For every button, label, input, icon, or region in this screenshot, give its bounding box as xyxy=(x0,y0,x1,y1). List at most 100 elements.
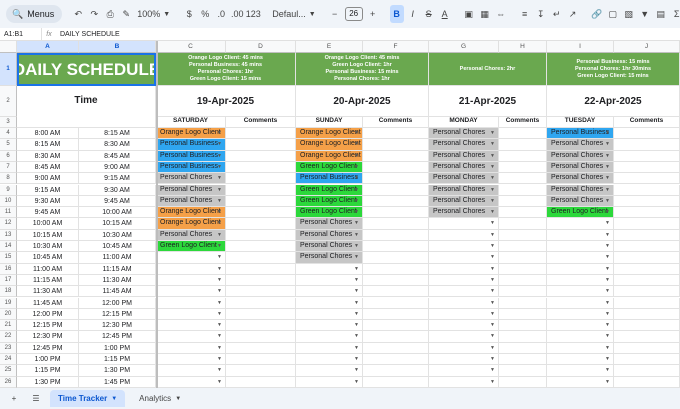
paint-format-icon[interactable]: ✎ xyxy=(119,5,133,23)
sheet-title[interactable]: DAILY SCHEDULE xyxy=(17,53,156,86)
time-start[interactable]: 12:00 PM xyxy=(17,308,79,321)
time-start[interactable]: 10:15 AM xyxy=(17,229,79,241)
activity-dropdown[interactable]: ▼ xyxy=(547,331,614,343)
comment-cell[interactable] xyxy=(499,320,547,332)
time-start[interactable]: 8:45 AM xyxy=(17,161,79,174)
row-header[interactable]: 4 xyxy=(0,128,17,140)
time-start[interactable]: 11:45 AM xyxy=(17,297,79,309)
activity-dropdown[interactable]: Personal Chores ▼ xyxy=(547,161,614,174)
activity-dropdown[interactable]: Personal Chores ▼ xyxy=(296,218,363,230)
row-header[interactable]: 25 xyxy=(0,365,17,377)
dropdown-arrow-icon[interactable]: ▼ xyxy=(354,365,359,375)
name-box[interactable]: A1:B1 xyxy=(0,28,42,40)
activity-dropdown[interactable]: ▼ xyxy=(156,263,226,275)
fill-color-icon[interactable]: ▣ xyxy=(462,5,476,23)
dropdown-arrow-icon[interactable]: ▼ xyxy=(605,309,610,319)
time-start[interactable]: 12:45 PM xyxy=(17,342,79,354)
time-start[interactable]: 9:30 AM xyxy=(17,195,79,208)
comment-cell[interactable] xyxy=(499,128,547,140)
row-header[interactable]: 21 xyxy=(0,320,17,332)
time-start[interactable]: 1:00 PM xyxy=(17,354,79,366)
italic-button[interactable]: I xyxy=(406,5,420,23)
dropdown-arrow-icon[interactable]: ▼ xyxy=(354,309,359,319)
comment-cell[interactable] xyxy=(499,150,547,162)
activity-dropdown[interactable]: Personal Chores ▼ xyxy=(429,207,499,219)
time-start[interactable]: 11:00 AM xyxy=(17,263,79,275)
add-sheet-icon[interactable]: + xyxy=(6,394,22,403)
activity-dropdown[interactable]: Personal Chores ▼ xyxy=(547,184,614,196)
dropdown-arrow-icon[interactable]: ▼ xyxy=(217,286,222,296)
activity-dropdown[interactable]: Green Logo Client ▼ xyxy=(296,184,363,196)
activity-dropdown[interactable]: Personal Chores ▼ xyxy=(547,195,614,208)
comment-cell[interactable] xyxy=(499,263,547,275)
dropdown-arrow-icon[interactable]: ▼ xyxy=(354,151,359,161)
comments-header[interactable]: Comments xyxy=(363,117,429,128)
comment-cell[interactable] xyxy=(614,376,680,388)
comment-cell[interactable] xyxy=(499,342,547,354)
time-end[interactable]: 11:45 AM xyxy=(79,286,156,298)
time-start[interactable]: 10:00 AM xyxy=(17,218,79,230)
row-header[interactable]: 1 xyxy=(0,53,17,86)
filter-icon[interactable]: ▼ xyxy=(638,5,652,23)
column-header-e[interactable]: E xyxy=(296,41,363,53)
activity-dropdown[interactable]: ▼ xyxy=(547,308,614,321)
dropdown-arrow-icon[interactable]: ▼ xyxy=(490,264,495,274)
spreadsheet-grid[interactable]: A B C D E F G H I J 1 2 3 4 5 6 7 8 9 10 11 12 13 14 15 16 17 18 19 2… xyxy=(0,41,680,388)
dropdown-arrow-icon[interactable]: ▼ xyxy=(490,151,495,161)
activity-dropdown[interactable]: ▼ xyxy=(429,241,499,253)
dropdown-arrow-icon[interactable]: ▼ xyxy=(354,252,359,262)
activity-dropdown[interactable]: Personal Chores ▼ xyxy=(156,173,226,185)
dropdown-arrow-icon[interactable]: ▼ xyxy=(217,230,222,240)
time-start[interactable]: 8:15 AM xyxy=(17,139,79,151)
dropdown-arrow-icon[interactable]: ▼ xyxy=(354,331,359,341)
comment-cell[interactable] xyxy=(614,297,680,309)
comment-cell[interactable] xyxy=(226,365,296,377)
increase-font-size-button[interactable]: + xyxy=(366,5,380,23)
time-end[interactable]: 8:30 AM xyxy=(79,139,156,151)
row-header[interactable]: 7 xyxy=(0,161,17,174)
comment-cell[interactable] xyxy=(226,320,296,332)
comment-cell[interactable] xyxy=(363,252,429,264)
comment-cell[interactable] xyxy=(226,297,296,309)
dropdown-arrow-icon[interactable]: ▼ xyxy=(354,286,359,296)
activity-dropdown[interactable]: ▼ xyxy=(547,252,614,264)
comment-cell[interactable] xyxy=(614,252,680,264)
comment-cell[interactable] xyxy=(363,241,429,253)
dropdown-arrow-icon[interactable]: ▼ xyxy=(490,343,495,353)
comment-cell[interactable] xyxy=(363,342,429,354)
day-date[interactable]: 21-Apr-2025 xyxy=(429,86,547,117)
row-header[interactable]: 3 xyxy=(0,117,17,128)
activity-dropdown[interactable]: Green Logo Client ▼ xyxy=(296,195,363,208)
day-name[interactable]: MONDAY xyxy=(429,117,499,128)
comment-cell[interactable] xyxy=(614,365,680,377)
activity-dropdown[interactable]: ▼ xyxy=(429,252,499,264)
dropdown-arrow-icon[interactable]: ▼ xyxy=(605,207,610,217)
dropdown-arrow-icon[interactable]: ▼ xyxy=(354,173,359,183)
dropdown-arrow-icon[interactable]: ▼ xyxy=(354,354,359,364)
row-header[interactable]: 13 xyxy=(0,229,17,241)
row-header[interactable]: 19 xyxy=(0,297,17,309)
dropdown-arrow-icon[interactable]: ▼ xyxy=(605,241,610,251)
activity-dropdown[interactable]: Personal Business ▼ xyxy=(156,150,226,162)
activity-dropdown[interactable]: ▼ xyxy=(156,376,226,388)
day-name[interactable]: TUESDAY xyxy=(547,117,614,128)
row-header[interactable]: 6 xyxy=(0,150,17,162)
activity-dropdown[interactable]: ▼ xyxy=(547,241,614,253)
activity-dropdown[interactable]: ▼ xyxy=(156,308,226,321)
dropdown-arrow-icon[interactable]: ▼ xyxy=(490,320,495,330)
activity-dropdown[interactable]: Personal Chores ▼ xyxy=(296,229,363,241)
activity-dropdown[interactable]: ▼ xyxy=(547,263,614,275)
activity-dropdown[interactable]: Personal Chores ▼ xyxy=(547,150,614,162)
dropdown-arrow-icon[interactable]: ▼ xyxy=(605,365,610,375)
merge-cells-icon[interactable]: ⇔ xyxy=(494,5,508,23)
dropdown-arrow-icon[interactable]: ▼ xyxy=(490,207,495,217)
time-end[interactable]: 1:30 PM xyxy=(79,365,156,377)
comment-cell[interactable] xyxy=(614,320,680,332)
time-start[interactable]: 12:15 PM xyxy=(17,320,79,332)
comment-cell[interactable] xyxy=(363,308,429,321)
text-color-icon[interactable]: A xyxy=(438,5,452,23)
dropdown-arrow-icon[interactable]: ▼ xyxy=(605,286,610,296)
dropdown-arrow-icon[interactable]: ▼ xyxy=(217,151,222,161)
dropdown-arrow-icon[interactable]: ▼ xyxy=(490,241,495,251)
time-end[interactable]: 1:45 PM xyxy=(79,376,156,388)
